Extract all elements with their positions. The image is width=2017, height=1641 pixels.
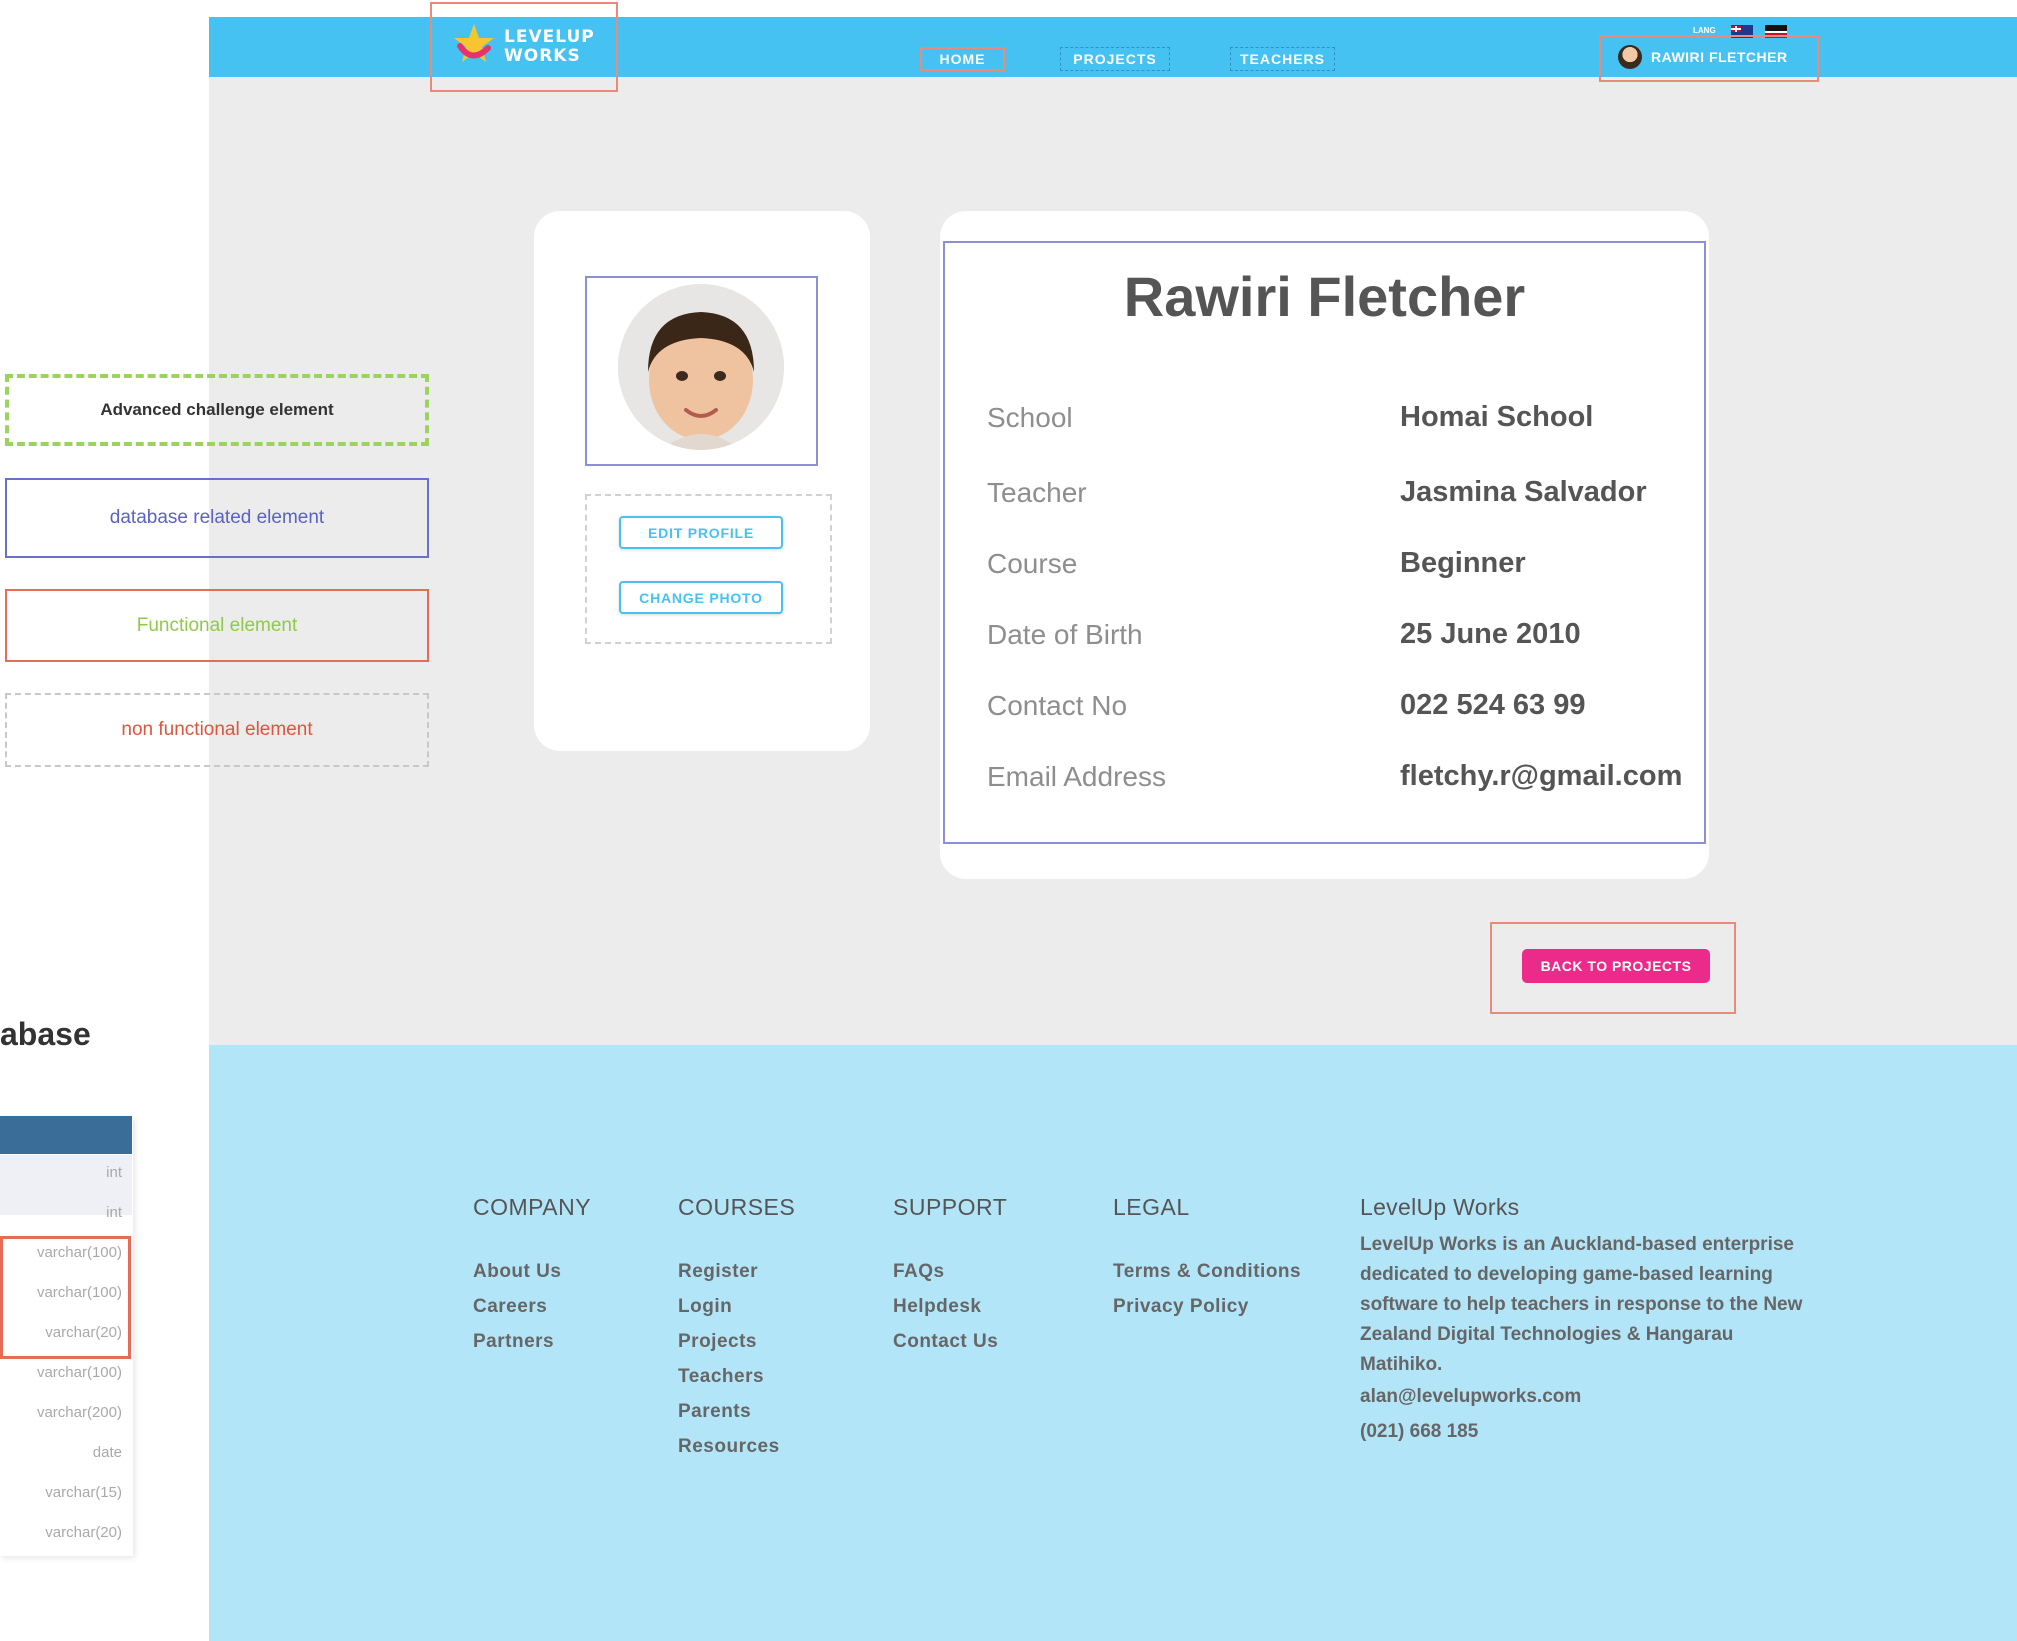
logo-star-icon[interactable]: [452, 22, 496, 66]
footer-link[interactable]: Partners: [473, 1331, 554, 1353]
field-label-email: Email Address: [987, 761, 1166, 792]
footer-phone: (021) 668 185: [1360, 1421, 1479, 1442]
field-label-contact: Contact No: [987, 690, 1128, 721]
footer-about-text: LevelUp Works is an Auckland-based enter…: [1360, 1234, 1803, 1375]
student-name: Rawiri Fletcher: [1123, 265, 1526, 328]
legend-non-functional: non functional element: [5, 693, 429, 767]
field-value-dob: 25 June 2010: [1400, 618, 1581, 650]
footer-heading-company: COMPANY: [473, 1194, 592, 1220]
field-value-teacher: Jasmina Salvador: [1400, 476, 1647, 508]
footer-link[interactable]: Register: [678, 1261, 758, 1283]
legend-functional: Functional element: [5, 589, 429, 662]
footer-heading-support: SUPPORT: [893, 1194, 1008, 1220]
legend-database: database related element: [5, 478, 429, 558]
footer-link[interactable]: Privacy Policy: [1113, 1296, 1249, 1318]
footer-email[interactable]: alan@levelupworks.com: [1360, 1386, 1581, 1408]
student-photo: [618, 284, 784, 450]
nav-teachers[interactable]: TEACHERS: [1230, 47, 1335, 71]
nav-projects[interactable]: PROJECTS: [1060, 47, 1170, 71]
db-type: int: [106, 1164, 122, 1181]
footer-link[interactable]: Login: [678, 1296, 732, 1318]
database-table-header: [0, 1116, 132, 1154]
db-type: int: [106, 1204, 122, 1221]
field-label-school: School: [987, 402, 1073, 433]
change-photo-button[interactable]: CHANGE PHOTO: [619, 581, 783, 614]
footer-heading-about: LevelUp Works: [1360, 1194, 1520, 1220]
edit-profile-button[interactable]: EDIT PROFILE: [619, 516, 783, 549]
footer-heading-legal: LEGAL: [1113, 1194, 1190, 1220]
footer-link[interactable]: Teachers: [678, 1366, 764, 1388]
footer-link[interactable]: Parents: [678, 1401, 751, 1423]
user-name[interactable]: RAWIRI FLETCHER: [1651, 49, 1788, 65]
lang-label: LANG: [1693, 26, 1716, 35]
footer-link[interactable]: Contact Us: [893, 1331, 998, 1353]
details-annotation-box: [943, 241, 1706, 844]
database-title: abase: [0, 1016, 91, 1052]
footer-link[interactable]: Resources: [678, 1436, 780, 1458]
field-label-course: Course: [987, 548, 1078, 579]
db-type: varchar(100): [36, 1364, 122, 1381]
back-to-projects-button[interactable]: BACK TO PROJECTS: [1522, 949, 1710, 983]
db-type: varchar(200): [36, 1404, 122, 1421]
footer-link[interactable]: FAQs: [893, 1261, 945, 1283]
user-avatar[interactable]: [1618, 45, 1642, 69]
field-value-email: fletchy.r@gmail.com: [1400, 760, 1683, 792]
db-type: varchar(100): [36, 1284, 122, 1301]
nav-home[interactable]: HOME: [920, 47, 1005, 71]
field-value-contact: 022 524 63 99: [1400, 689, 1586, 721]
logo-text[interactable]: LEVELUP WORKS: [504, 28, 595, 66]
field-label-dob: Date of Birth: [987, 619, 1143, 650]
field-label-teacher: Teacher: [987, 477, 1087, 508]
legend-advanced: Advanced challenge element: [5, 374, 429, 446]
logo-line1: LEVELUP: [504, 27, 595, 47]
db-type: varchar(20): [45, 1524, 122, 1541]
field-value-school: Homai School: [1400, 401, 1594, 433]
logo-line2: WORKS: [504, 46, 581, 66]
footer-link[interactable]: Terms & Conditions: [1113, 1261, 1301, 1283]
field-value-course: Beginner: [1400, 547, 1526, 579]
db-type: varchar(100): [36, 1244, 122, 1261]
db-type: varchar(20): [45, 1324, 122, 1341]
db-type: date: [92, 1444, 122, 1461]
footer-link[interactable]: Helpdesk: [893, 1296, 981, 1318]
footer-heading-courses: COURSES: [678, 1194, 796, 1220]
footer-link[interactable]: About Us: [473, 1261, 561, 1283]
footer-link[interactable]: Careers: [473, 1296, 547, 1318]
footer-link[interactable]: Projects: [678, 1331, 757, 1353]
db-type: varchar(15): [45, 1484, 122, 1501]
